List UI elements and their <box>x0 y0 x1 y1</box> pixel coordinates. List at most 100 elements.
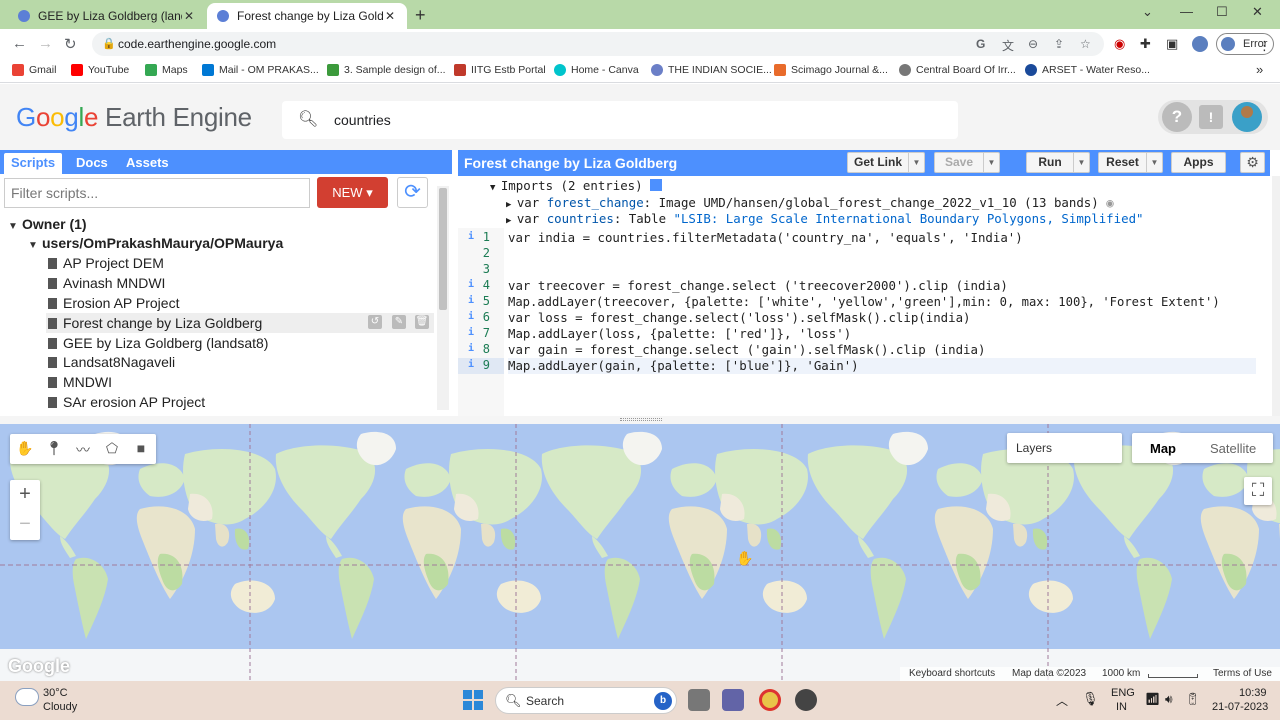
script-file[interactable]: Landsat8Nagaveli <box>46 352 434 372</box>
close-window-icon[interactable]: ✕ <box>1252 4 1263 20</box>
reload-icon[interactable]: ↻ <box>64 35 77 53</box>
filter-scripts-input[interactable]: Filter scripts... <box>4 178 310 208</box>
terms-of-use-link[interactable]: Terms of Use <box>1213 668 1272 679</box>
bookmark-arset[interactable]: ARSET - Water Reso... <box>1025 64 1150 76</box>
bookmark-star-icon[interactable]: ☆ <box>1080 37 1091 51</box>
close-tab-icon[interactable]: ✕ <box>383 9 397 23</box>
new-script-button[interactable]: NEW ▾ <box>317 177 388 208</box>
scrollbar-thumb[interactable] <box>439 188 447 310</box>
script-file[interactable]: AP Project DEM <box>46 253 434 273</box>
battery-icon[interactable]: 🔋︎ <box>1185 692 1200 706</box>
bookmark-sample-design[interactable]: 3. Sample design of... <box>327 64 446 76</box>
obs-icon[interactable] <box>795 689 817 711</box>
zoom-in-icon[interactable]: + <box>10 480 40 510</box>
help-icon[interactable]: ? <box>1162 102 1192 132</box>
owner-folder[interactable]: ▼ Owner (1) <box>8 216 87 232</box>
browser-tab-landsat8[interactable]: GEE by Liza Goldberg (landsat8) ✕ <box>8 3 206 29</box>
chrome-icon[interactable] <box>759 689 781 711</box>
draw-line-icon[interactable]: 〰 <box>73 440 93 458</box>
show-script-icon[interactable] <box>650 179 663 191</box>
layers-dropdown[interactable]: Layers <box>1007 433 1122 463</box>
maximize-icon[interactable]: ☐ <box>1216 4 1228 20</box>
panel-splitter[interactable] <box>0 416 1280 424</box>
screen-recorder-icon[interactable]: ◉ <box>1114 36 1125 52</box>
import-forest-change[interactable]: ▶ var forest_change: Image UMD/hansen/gl… <box>506 195 1114 210</box>
tab-scripts[interactable]: Scripts <box>4 153 63 174</box>
bookmark-mail[interactable]: Mail - OM PRAKAS... <box>202 64 319 76</box>
close-tab-icon[interactable]: ✕ <box>182 9 196 23</box>
scripts-scrollbar[interactable] <box>437 186 449 410</box>
bookmark-central-board[interactable]: Central Board Of Irr... <box>899 64 1016 76</box>
run-button[interactable]: Run ▼ <box>1026 152 1090 173</box>
rename-icon[interactable]: ✎ <box>392 315 406 329</box>
wifi-icon[interactable]: 📶︎ <box>1145 692 1160 706</box>
places-search-input[interactable]: 🔍︎ countries <box>282 101 958 139</box>
back-icon[interactable]: ← <box>12 35 27 52</box>
share-icon[interactable]: ⇪ <box>1054 37 1064 51</box>
get-link-button[interactable]: Get Link ▼ <box>847 152 925 173</box>
tab-assets[interactable]: Assets <box>119 153 176 174</box>
pan-hand-icon[interactable]: ✋ <box>15 440 35 458</box>
language-code[interactable]: ENG <box>1111 687 1135 699</box>
editor-scrollbar[interactable] <box>1272 176 1280 416</box>
weather-label[interactable]: Cloudy <box>43 701 77 713</box>
history-icon[interactable]: ↺ <box>368 315 382 329</box>
apps-button[interactable]: Apps <box>1171 152 1226 173</box>
bookmark-maps[interactable]: Maps <box>145 64 188 76</box>
script-file[interactable]: MNDWI <box>46 372 434 392</box>
tab-docs[interactable]: Docs <box>69 153 115 174</box>
add-marker-icon[interactable]: 📍︎ <box>44 440 64 458</box>
tab-search-chevron-icon[interactable]: ⌄ <box>1142 4 1153 20</box>
more-bookmarks-icon[interactable]: » <box>1256 62 1263 77</box>
delete-icon[interactable]: 🗑︎ <box>415 315 429 329</box>
google-lens-icon[interactable]: G <box>976 37 985 51</box>
splitter-grip-icon[interactable] <box>620 418 662 421</box>
bookmark-iitg[interactable]: IITG Estb Portal <box>454 64 546 76</box>
script-file[interactable]: Avinash MNDWI <box>46 273 434 293</box>
script-file[interactable]: GEE by Liza Goldberg (landsat8) <box>46 333 434 353</box>
cloud-icon[interactable] <box>16 689 38 705</box>
bookmark-indian-society[interactable]: THE INDIAN SOCIE... <box>651 64 772 76</box>
forward-icon[interactable]: → <box>38 35 53 52</box>
zoom-icon[interactable]: ⊖ <box>1028 37 1038 51</box>
bing-icon[interactable]: b <box>654 692 672 710</box>
windows-start-icon[interactable] <box>463 690 483 710</box>
lock-icon[interactable]: 🔒 <box>102 37 116 50</box>
bookmark-gmail[interactable]: Gmail <box>12 64 56 76</box>
microphone-icon[interactable]: 🎙︎ <box>1082 691 1099 707</box>
reset-button[interactable]: Reset ▼ <box>1098 152 1163 173</box>
refresh-icon[interactable]: ⟳ <box>397 177 428 208</box>
temperature[interactable]: 30°C <box>43 687 68 699</box>
script-file[interactable]: SAr erosion AP Project <box>46 392 434 412</box>
new-tab-icon[interactable]: + <box>415 5 426 26</box>
extensions-icon[interactable]: ✚ <box>1140 36 1151 52</box>
side-panel-icon[interactable]: ▣ <box>1166 36 1178 52</box>
bookmark-youtube[interactable]: YouTube <box>71 64 129 76</box>
browser-tab-forest-change[interactable]: Forest change by Liza Goldberg ✕ <box>207 3 407 29</box>
url-bar[interactable]: 🔒 code.earthengine.google.com G 文 ⊖ ⇪ ☆ <box>92 32 1104 56</box>
volume-icon[interactable]: 🔊︎ <box>1165 692 1173 707</box>
teams-chat-icon[interactable] <box>722 689 744 711</box>
scale-label[interactable]: 1000 km <box>1102 668 1140 679</box>
translate-icon[interactable]: 文 <box>1002 37 1014 54</box>
clock-date[interactable]: 21-07-2023 <box>1212 701 1268 713</box>
script-file[interactable]: Erosion AP Project <box>46 293 434 313</box>
save-button[interactable]: Save ▼ <box>934 152 1000 173</box>
region-code[interactable]: IN <box>1116 701 1127 713</box>
more-options-icon[interactable]: ⋮ <box>1258 38 1271 54</box>
user-avatar[interactable] <box>1232 102 1262 132</box>
clock-time[interactable]: 10:39 <box>1239 687 1267 699</box>
script-file-selected[interactable]: Forest change by Liza Goldberg ↺ ✎ 🗑︎ <box>46 313 434 333</box>
imports-header[interactable]: ▼ Imports (2 entries) <box>490 178 663 193</box>
task-view-icon[interactable] <box>688 689 710 711</box>
draw-shape-icon[interactable]: ⬠ <box>102 440 122 458</box>
keyboard-shortcuts-link[interactable]: Keyboard shortcuts <box>909 668 995 679</box>
map-type-map[interactable]: Map <box>1150 441 1176 456</box>
repository-folder[interactable]: ▼ users/OmPrakashMaurya/OPMaurya <box>28 235 283 251</box>
bookmark-scimago[interactable]: Scimago Journal &... <box>774 64 888 76</box>
google-earth-engine-logo[interactable]: Google Earth Engine <box>16 102 252 133</box>
code-editor[interactable]: ▼ Imports (2 entries) ▶ var forest_chang… <box>458 176 1270 416</box>
minimize-icon[interactable]: — <box>1180 4 1193 19</box>
draw-rectangle-icon[interactable]: ■ <box>131 440 151 458</box>
map-type-satellite[interactable]: Satellite <box>1210 441 1256 456</box>
